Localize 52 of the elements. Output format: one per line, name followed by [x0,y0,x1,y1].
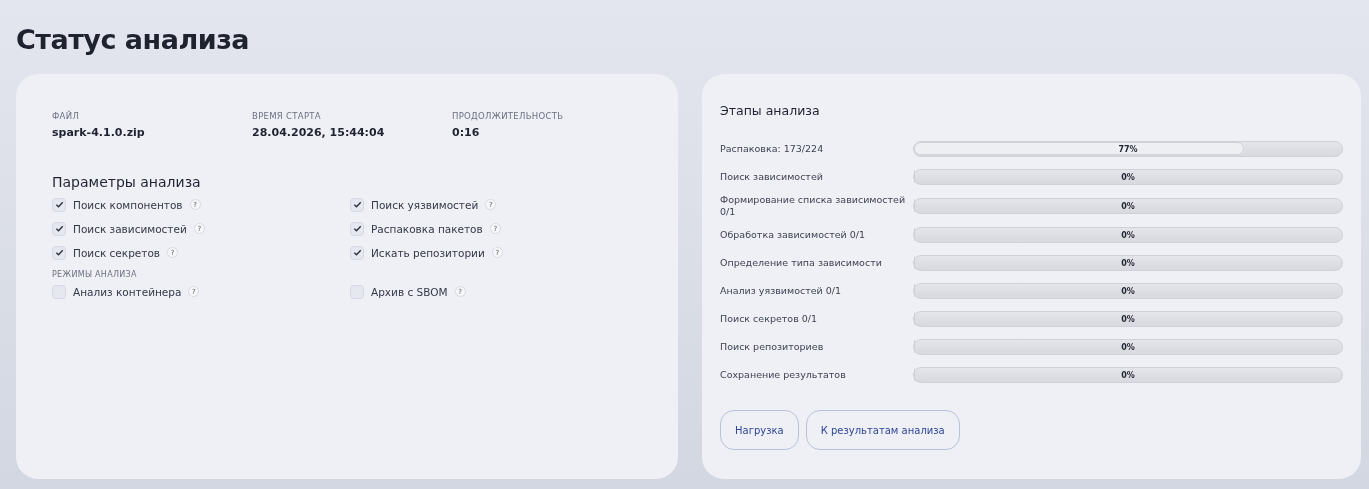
option-label: Распаковка пакетов [371,222,483,235]
progress-reading: 0% [1120,172,1136,184]
progress-reading: 0% [1120,342,1136,354]
option-label: Анализ контейнера [73,285,182,298]
option-label: Поиск уязвимостей [371,198,479,211]
check-icon [352,200,362,209]
field-value: spark-4.1.0.zip [52,126,145,139]
check-icon [54,248,64,257]
check-icon [352,224,362,233]
page-title: Статус анализа [16,23,251,57]
option-label: Архив с SBOM [371,285,448,298]
action-button[interactable]: К результатам анализа [805,410,960,450]
option-label: Поиск зависимостей [73,222,187,235]
stage-label: Формирование списка зависимостей 0/1 [720,194,907,218]
checkbox[interactable] [52,197,66,212]
stage-label: Поиск репозиториев [720,341,825,353]
progress-reading: 0% [1120,314,1136,326]
action-button[interactable]: Нагрузка [720,410,799,450]
option-label: Поиск компонентов [73,198,183,211]
field-label: ПРОДОЛЖИТЕЛЬНОСТЬ [452,111,565,121]
progress-reading: 0% [1120,230,1136,242]
progress-reading: 0% [1120,201,1136,213]
progress-reading: 0% [1120,258,1136,270]
stage-label: Сохранение результатов [720,369,847,381]
section-label: РЕЖИМЫ АНАЛИЗА [52,270,137,279]
stage-label: Распаковка: 173/224 [720,143,825,155]
check-icon [352,248,362,257]
field-label: ВРЕМЯ СТАРТА [252,111,322,121]
checkbox[interactable] [350,197,364,212]
stage-label: Анализ уязвимостей 0/1 [720,285,843,297]
check-icon [54,200,64,209]
field-label: ФАЙЛ [52,111,81,121]
field-value: 0:16 [452,126,480,139]
stage-label: Определение типа зависимости [720,257,883,269]
progress-reading: 0% [1120,370,1136,382]
checkbox[interactable] [350,284,364,299]
section-heading: Параметры анализа [52,174,202,190]
checkbox[interactable] [350,221,364,236]
checkbox[interactable] [52,284,66,299]
stage-label: Обработка зависимостей 0/1 [720,229,867,241]
progress-reading: 77% [1117,144,1139,156]
stage-label: Поиск зависимостей [720,171,824,183]
checkbox[interactable] [350,245,364,260]
progress-reading: 0% [1120,286,1136,298]
checkbox[interactable] [52,221,66,236]
checkbox[interactable] [52,245,66,260]
option-label: Поиск секретов [73,246,161,259]
stage-label: Поиск секретов 0/1 [720,313,819,325]
option-label: Искать репозитории [371,246,485,259]
check-icon [54,224,64,233]
section-heading: Этапы анализа [720,103,820,118]
field-value: 28.04.2026, 15:44:04 [252,126,385,139]
